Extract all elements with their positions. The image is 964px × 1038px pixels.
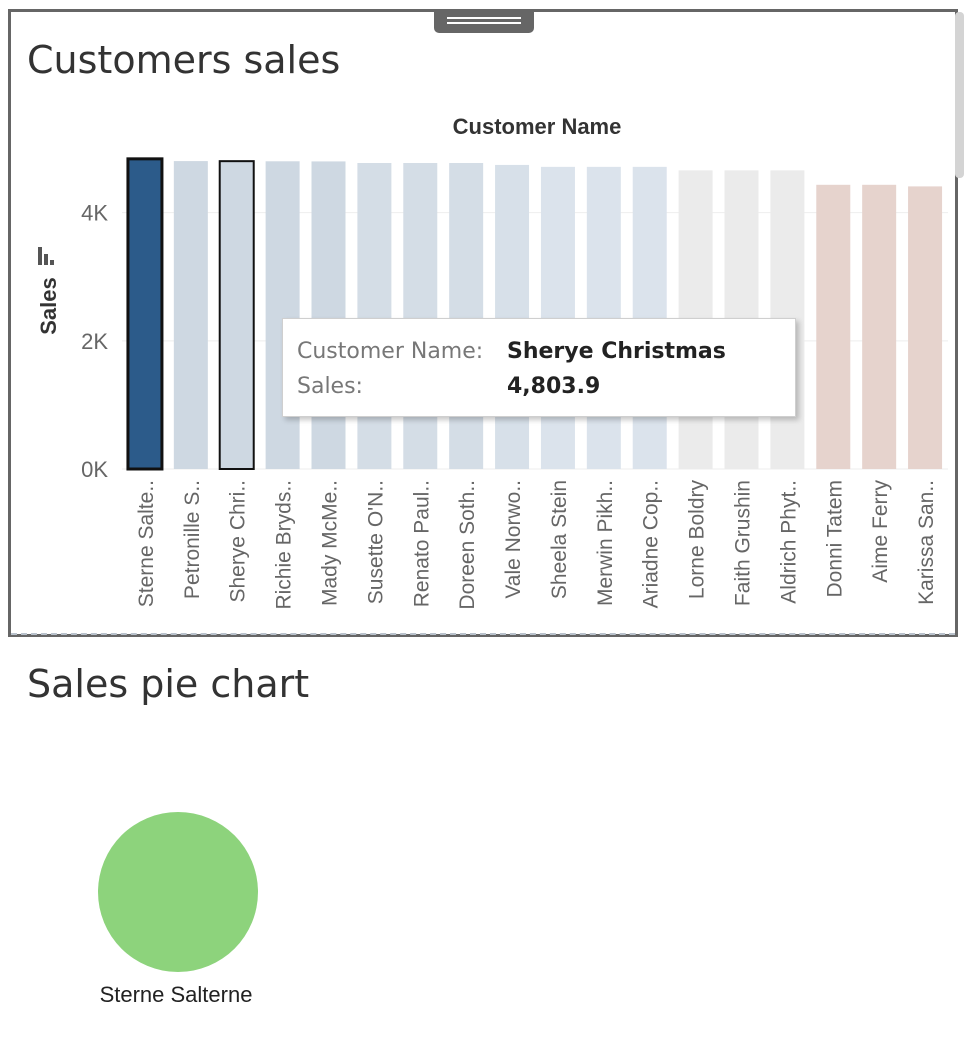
drag-grip-line — [447, 22, 521, 24]
bar-mark[interactable] — [357, 163, 392, 470]
x-tick-label: Petronille S.. — [181, 480, 204, 599]
x-tick-label: Ariadne Cop.. — [640, 480, 663, 608]
bar-mark[interactable] — [862, 184, 897, 469]
x-axis-title: Customer Name — [453, 114, 622, 139]
x-tick-label: Sterne Salte.. — [135, 480, 158, 607]
pie-slice[interactable] — [98, 812, 258, 972]
y-tick-label: 0K — [81, 457, 108, 482]
tooltip-sales-value: 4,803.9 — [507, 374, 601, 399]
y-tick-label: 2K — [81, 329, 108, 354]
bar-mark[interactable] — [449, 163, 484, 470]
sort-descending-icon[interactable] — [38, 247, 54, 265]
bar-mark[interactable] — [311, 161, 346, 470]
x-tick-label: Aldrich Phyt.. — [777, 480, 800, 604]
x-tick-label: Renato Paul.. — [410, 480, 433, 607]
tooltip: Customer Name: Sherye Christmas Sales: 4,8… — [282, 318, 796, 417]
x-tick-label: Aime Ferry — [869, 480, 892, 583]
y-axis-title: Sales — [36, 277, 61, 335]
y-tick-label: 4K — [81, 201, 108, 226]
x-tick-label: Doreen Soth.. — [456, 480, 479, 610]
x-tick-label: Lorne Boldry — [686, 480, 709, 600]
x-tick-label: Sheela Stein — [548, 480, 571, 599]
bar-mark[interactable] — [265, 161, 300, 469]
tooltip-name-label: Customer Name: — [297, 339, 484, 364]
tooltip-sales-label: Sales: — [297, 374, 363, 399]
bar-mark[interactable] — [218, 160, 255, 471]
x-tick-label: Vale Norwo.. — [502, 480, 525, 599]
x-tick-label: Donni Tatem — [823, 480, 846, 598]
sheet-title: Sales pie chart — [27, 662, 310, 706]
tooltip-name-value: Sherye Christmas — [507, 339, 726, 364]
container-bottom-edge — [11, 633, 955, 635]
bar-mark[interactable] — [403, 163, 438, 470]
bar-mark[interactable] — [495, 164, 530, 469]
x-tick-label: Karissa San.. — [915, 480, 938, 605]
bar-mark[interactable] — [173, 161, 208, 469]
x-tick-label: Merwin Pikh.. — [594, 480, 617, 606]
x-tick-label: Susette O'N.. — [364, 480, 387, 604]
drag-handle[interactable] — [434, 9, 534, 33]
bar-mark[interactable] — [816, 184, 851, 469]
pie-slice-label: Sterne Salterne — [100, 982, 253, 1007]
x-tick-label: Sherye Chri.. — [227, 480, 250, 603]
x-tick-label: Mady McMe.. — [319, 480, 342, 606]
x-tick-label: Richie Bryds.. — [273, 480, 296, 610]
bar-mark[interactable] — [126, 157, 164, 471]
x-tick-label: Faith Grushin — [732, 480, 755, 606]
vertical-scrollbar[interactable] — [955, 12, 964, 178]
bar-mark[interactable] — [908, 186, 943, 469]
drag-grip-line — [447, 17, 521, 19]
